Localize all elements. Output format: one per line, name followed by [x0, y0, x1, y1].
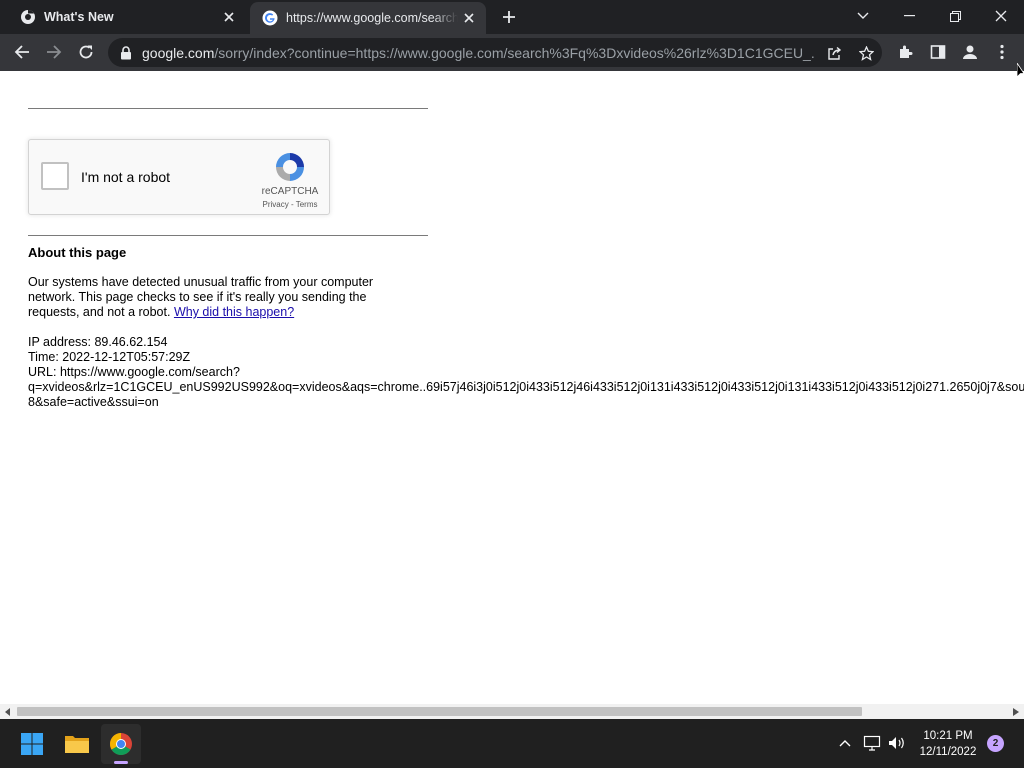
reload-icon — [79, 45, 93, 59]
file-explorer-icon — [65, 736, 89, 753]
tab-title: https://www.google.com/search?q=xvideos — [286, 11, 458, 25]
divider — [28, 108, 428, 109]
arrow-left-icon — [14, 45, 29, 59]
puzzle-icon — [900, 45, 913, 58]
recaptcha-widget: I'm not a robot reCAPTCHA Privacy - Term… — [28, 139, 330, 215]
close-icon — [995, 10, 1007, 22]
file-explorer-button[interactable] — [57, 724, 97, 764]
chevron-up-icon — [839, 740, 851, 747]
tab-strip: What's New https://www.google.com/search… — [0, 0, 1024, 34]
checkbox-label: I'm not a robot — [81, 169, 171, 185]
not-robot-checkbox[interactable] — [41, 162, 69, 190]
url-path: /sorry/index?continue=https://www.google… — [214, 44, 814, 61]
extensions-button[interactable] — [891, 37, 921, 67]
notification-badge[interactable]: 2 — [987, 735, 1004, 752]
browser-toolbar: google.com/sorry/index?continue=https://… — [0, 34, 1024, 71]
chrome-icon — [110, 733, 132, 755]
recaptcha-logo-icon — [276, 153, 304, 181]
share-icon — [827, 46, 841, 60]
scroll-right-icon[interactable] — [1011, 707, 1021, 717]
tab-google-search[interactable]: https://www.google.com/search?q=xvideos — [250, 2, 486, 34]
running-indicator — [114, 761, 128, 764]
minimize-button[interactable] — [886, 0, 932, 32]
restore-icon — [949, 10, 961, 22]
kebab-menu-icon — [1000, 44, 1004, 60]
url-tail: 8&safe=active&ssui=on — [28, 395, 159, 409]
network-button[interactable] — [862, 731, 882, 755]
star-icon — [858, 45, 874, 61]
chevron-down-icon — [857, 12, 869, 19]
side-panel-icon — [930, 45, 946, 59]
reload-button[interactable] — [71, 37, 101, 67]
network-icon — [863, 735, 881, 751]
restore-button[interactable] — [932, 0, 978, 32]
ip-address: IP address: 89.46.62.154 — [28, 335, 168, 349]
clock-time: 10:21 PM — [923, 730, 973, 742]
tab-title: What's New — [44, 10, 114, 24]
arrow-right-icon — [47, 45, 62, 59]
url-host: google.com — [142, 44, 215, 61]
start-button[interactable] — [12, 724, 52, 764]
timestamp: Time: 2022-12-12T05:57:29Z — [28, 350, 191, 364]
clock-date: 12/11/2022 — [919, 746, 977, 758]
privacy-link[interactable]: Privacy — [263, 200, 289, 209]
forward-button[interactable] — [39, 37, 69, 67]
volume-button[interactable] — [887, 731, 907, 755]
profile-icon — [963, 45, 977, 59]
show-hidden-icons-button[interactable] — [836, 731, 854, 755]
tab-whats-new[interactable]: What's New — [8, 0, 246, 34]
close-window-button[interactable] — [978, 0, 1024, 32]
terms-link[interactable]: Terms — [296, 200, 318, 209]
divider — [28, 235, 428, 236]
recaptcha-brand: reCAPTCHA — [261, 186, 319, 197]
taskbar-clock[interactable]: 10:21 PM 12/11/2022 — [908, 728, 988, 760]
menu-button[interactable] — [987, 37, 1017, 67]
share-button[interactable] — [824, 43, 844, 63]
bookmark-button[interactable] — [856, 43, 876, 63]
scrollbar-thumb[interactable] — [17, 707, 862, 716]
url-query: q=xvideos&rlz=1C1GCEU_enUS992US992&oq=xv… — [28, 380, 1024, 394]
link-separator: - — [288, 200, 296, 209]
tab-search-button[interactable] — [840, 0, 886, 32]
recaptcha-links: Privacy - Terms — [249, 200, 331, 209]
url-line: URL: https://www.google.com/search? — [28, 365, 240, 379]
horizontal-scrollbar[interactable] — [0, 704, 1024, 719]
page-content: I'm not a robot reCAPTCHA Privacy - Term… — [0, 71, 1024, 704]
about-heading: About this page — [28, 245, 127, 260]
new-tab-button[interactable] — [498, 6, 520, 28]
side-panel-button[interactable] — [923, 37, 953, 67]
back-button[interactable] — [7, 37, 37, 67]
profile-button[interactable] — [955, 37, 985, 67]
mouse-cursor-icon — [1017, 63, 1024, 78]
google-g-icon — [262, 10, 278, 26]
why-link[interactable]: Why did this happen? — [174, 305, 294, 319]
explanation-paragraph: Our systems have detected unusual traffi… — [28, 275, 408, 320]
windows-taskbar: 10:21 PM 12/11/2022 2 — [0, 719, 1024, 768]
address-bar[interactable]: google.com/sorry/index?continue=https://… — [108, 38, 882, 67]
scroll-left-icon[interactable] — [3, 707, 13, 717]
close-icon[interactable] — [458, 7, 480, 29]
close-icon[interactable] — [218, 6, 240, 28]
lock-icon[interactable] — [119, 45, 133, 60]
url-text[interactable]: google.com/sorry/index?continue=https://… — [142, 45, 814, 61]
speaker-icon — [889, 737, 904, 749]
plus-icon — [503, 11, 515, 23]
minimize-icon — [903, 15, 915, 17]
chrome-icon — [21, 10, 35, 24]
chrome-taskbar-button[interactable] — [101, 724, 141, 764]
windows-start-icon — [21, 733, 43, 755]
